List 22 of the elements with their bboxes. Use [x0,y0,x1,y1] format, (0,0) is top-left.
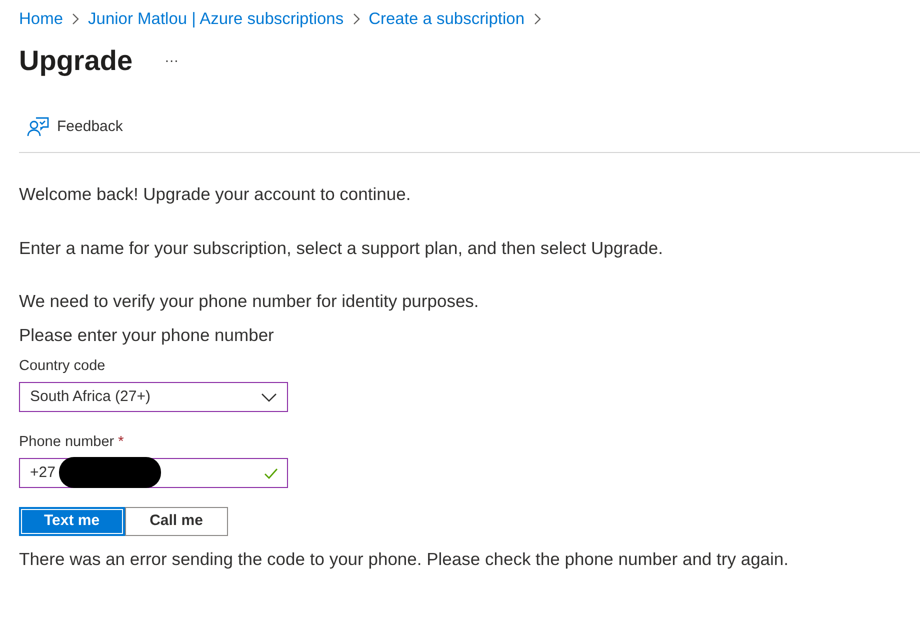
more-button[interactable]: ··· [160,50,183,72]
paragraph: We need to verify your phone number for identity purposes. [19,290,480,313]
error-message: There was an error sending the code to your phone. Please check the phone number and try again. [19,548,790,571]
field-label: Phone number [19,433,114,452]
chevron-down-icon [261,392,277,402]
breadcrumb-link[interactable]: Create a subscription [368,6,525,32]
breadcrumb-link[interactable]: Junior Matlou | Azure subscriptions [88,6,344,32]
chevron-icon [532,13,542,25]
prompt-text: Please enter your phone number [19,324,275,348]
required-mark: * [118,433,124,452]
field-label: Country code [19,357,106,376]
page-title: Upgrade [19,44,133,78]
method-button[interactable]: Call me [124,506,228,536]
paragraph: Welcome back! Upgrade your account to continue. [19,183,412,206]
chevron-icon [71,13,80,25]
paragraph: Enter a name for your subscription, select a support plan, and then select Upgrade. [19,236,664,260]
person-chat-icon [27,116,49,137]
country-dropdown[interactable]: South Africa (27+) [19,382,288,412]
chevron-icon [352,13,361,25]
breadcrumb-link[interactable]: Home [19,6,64,32]
feedback-button[interactable]: Feedback [27,116,123,138]
method-button[interactable]: Text me [19,506,125,536]
